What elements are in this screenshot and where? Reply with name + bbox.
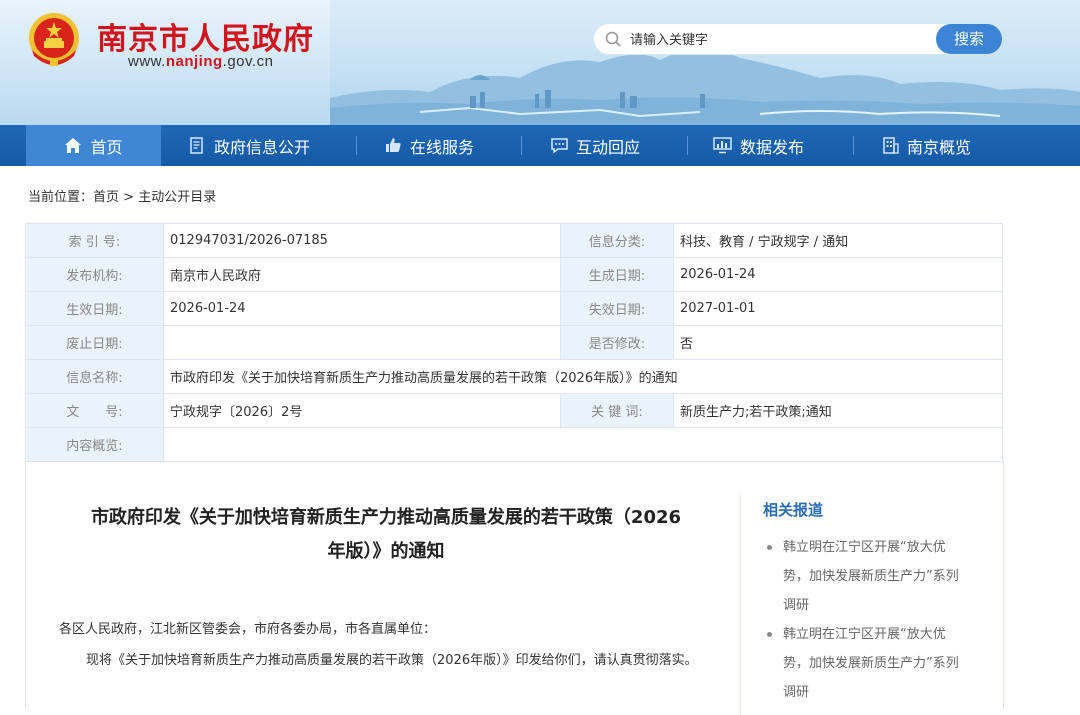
table-row: 文 号: 宁政规字〔2026〕2号 关 键 词: 新质生产力;若干政策;通知 <box>25 393 1003 428</box>
national-emblem-icon <box>29 13 79 66</box>
home-icon <box>65 137 82 153</box>
article-content: 市政府印发《关于加快培育新质生产力推动高质量发展的若干政策（2026 年版）》的… <box>25 461 1004 715</box>
summary-label: 内容概览: <box>25 427 164 462</box>
summary-value <box>163 427 1003 462</box>
related-reports-title: 相关报道 <box>763 501 824 519</box>
nav-item-gov-info[interactable]: 政府信息公开 <box>189 125 310 166</box>
nav-item-label: 政府信息公开 <box>214 137 311 157</box>
info-name-label: 信息名称: <box>25 359 164 394</box>
site-url-suffix: .gov.cn <box>222 53 274 70</box>
table-row: 信息名称: 市政府印发《关于加快培育新质生产力推动高质量发展的若干政策（2026… <box>25 359 1003 394</box>
document-number-label: 文 号: <box>25 393 164 428</box>
document-number-value: 宁政规字〔2026〕2号 <box>163 393 561 428</box>
breadcrumb-separator: > <box>123 190 135 205</box>
abolish-date-value <box>163 325 561 360</box>
nav-item-label: 南京概览 <box>907 137 972 157</box>
nav-divider <box>687 136 688 155</box>
nav-item-online-service[interactable]: 在线服务 <box>385 125 474 166</box>
related-report-line: 势，加快发展新质生产力”系列 <box>783 569 959 584</box>
publisher-label: 发布机构: <box>25 257 164 292</box>
index-value: 012947031/2026-07185 <box>163 223 561 258</box>
table-row: 生效日期: 2026-01-24 失效日期: 2027-01-01 <box>25 291 1003 326</box>
related-report-line: 调研 <box>783 598 810 613</box>
article-addressee: 各区人民政府，江北新区管委会，市府各委办局，市各直属单位： <box>59 622 437 637</box>
table-row: 废止日期: 是否修改: 否 <box>25 325 1003 360</box>
chat-icon <box>551 138 568 154</box>
table-row: 发布机构: 南京市人民政府 生成日期: 2026-01-24 <box>25 257 1003 292</box>
document-info-table: 索 引 号: 012947031/2026-07185 信息分类: 科技、教育 … <box>25 223 1003 462</box>
related-reports-panel: 相关报道 韩立明在江宁区开展“放大优 势，加快发展新质生产力”系列 调研 韩立明… <box>740 495 1001 715</box>
nav-item-interaction[interactable]: 互动回应 <box>551 125 640 166</box>
related-report-line: 韩立明在江宁区开展“放大优 <box>783 540 946 555</box>
monitor-chart-icon <box>713 137 732 154</box>
nav-divider <box>356 136 357 155</box>
keywords-label: 关 键 词: <box>560 393 674 428</box>
breadcrumb-prefix: 当前位置： <box>28 190 94 205</box>
nav-item-nanjing-overview[interactable]: 南京概览 <box>882 125 971 166</box>
modified-value: 否 <box>673 325 1003 360</box>
nav-item-home[interactable]: 首页 <box>26 125 161 166</box>
related-report-link[interactable]: 韩立明在江宁区开展“放大优 势，加快发展新质生产力”系列 调研 <box>763 620 983 707</box>
table-row: 索 引 号: 012947031/2026-07185 信息分类: 科技、教育 … <box>25 223 1003 258</box>
site-title[interactable]: 南京市人民政府 <box>97 14 314 58</box>
category-value: 科技、教育 / 宁政规字 / 通知 <box>673 223 1003 258</box>
related-reports-list: 韩立明在江宁区开展“放大优 势，加快发展新质生产力”系列 调研 韩立明在江宁区开… <box>763 533 983 707</box>
table-row: 内容概览: <box>25 427 1003 462</box>
header-banner: 南京市人民政府 www.nanjing.gov.cn 搜索 <box>0 0 1080 125</box>
search-input[interactable] <box>628 29 922 51</box>
site-url-highlight: nanjing <box>165 53 223 70</box>
nav-divider <box>853 136 854 155</box>
article-title: 市政府印发《关于加快培育新质生产力推动高质量发展的若干政策（2026 年版）》的… <box>86 501 686 569</box>
article-title-line2: 年版）》的通知 <box>327 541 445 562</box>
category-label: 信息分类: <box>560 223 674 258</box>
effective-date-label: 生效日期: <box>25 291 164 326</box>
related-report-line: 调研 <box>783 685 810 700</box>
nav-item-label: 数据发布 <box>740 137 805 157</box>
nav-divider <box>521 136 522 155</box>
article-body: 现将《关于加快培育新质生产力推动高质量发展的若干政策（2026年版）》印发给你们… <box>86 653 698 668</box>
generated-date-label: 生成日期: <box>560 257 674 292</box>
nav-item-label: 互动回应 <box>576 137 641 157</box>
building-icon <box>883 137 899 154</box>
nav-item-label: 在线服务 <box>410 137 475 157</box>
expiry-date-label: 失效日期: <box>560 291 674 326</box>
effective-date-value: 2026-01-24 <box>163 291 561 326</box>
breadcrumb-home-link[interactable]: 首页 <box>93 190 119 205</box>
abolish-date-label: 废止日期: <box>25 325 164 360</box>
main-navigation: 首页 政府信息公开 在线服务 互动回应 数据发布 南京概览 <box>0 125 1080 166</box>
index-label: 索 引 号: <box>25 223 164 258</box>
nav-item-data-release[interactable]: 数据发布 <box>713 125 804 166</box>
related-report-line: 势，加快发展新质生产力”系列 <box>783 656 959 671</box>
breadcrumb: 当前位置：首页 > 主动公开目录 <box>28 186 216 205</box>
document-icon <box>190 137 203 154</box>
search-icon <box>605 31 621 47</box>
expiry-date-value: 2027-01-01 <box>673 291 1003 326</box>
thumbs-up-icon <box>386 138 401 152</box>
modified-label: 是否修改: <box>560 325 674 360</box>
info-name-value: 市政府印发《关于加快培育新质生产力推动高质量发展的若干政策（2026年版）》的通… <box>163 359 1003 394</box>
publisher-value: 南京市人民政府 <box>163 257 561 292</box>
site-url[interactable]: www.nanjing.gov.cn <box>128 53 273 70</box>
related-report-link[interactable]: 韩立明在江宁区开展“放大优 势，加快发展新质生产力”系列 调研 <box>763 533 983 620</box>
keywords-value: 新质生产力;若干政策;通知 <box>673 393 1003 428</box>
search-button[interactable]: 搜索 <box>936 24 1002 54</box>
nav-item-label: 首页 <box>90 137 123 157</box>
related-report-line: 韩立明在江宁区开展“放大优 <box>783 627 946 642</box>
article-title-line1: 市政府印发《关于加快培育新质生产力推动高质量发展的若干政策（2026 <box>90 507 682 528</box>
generated-date-value: 2026-01-24 <box>673 257 1003 292</box>
breadcrumb-current[interactable]: 主动公开目录 <box>138 190 216 205</box>
search-bar: 搜索 <box>594 24 1002 54</box>
site-url-prefix: www. <box>128 53 166 70</box>
